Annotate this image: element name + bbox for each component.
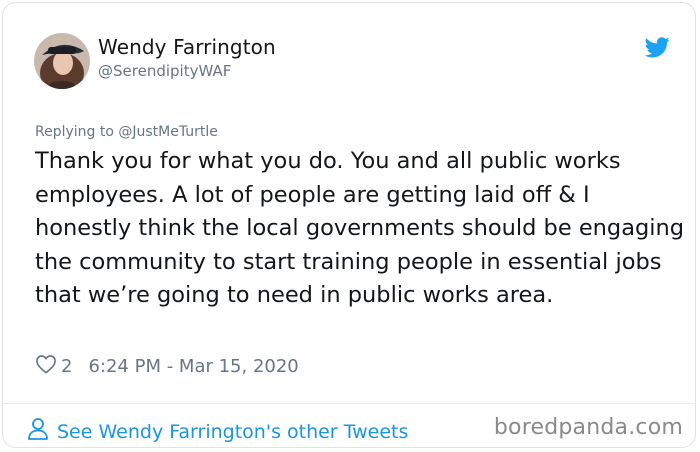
tweet-meta: 2 6:24 PM - Mar 15, 2020 (35, 354, 299, 378)
heart-icon[interactable] (35, 354, 61, 379)
watermark: boredpanda.com (493, 415, 683, 440)
person-icon (27, 417, 57, 446)
tweet-card: Wendy Farrington @SerendipityWAF Replyin… (2, 2, 696, 448)
see-other-tweets-label: See Wendy Farrington's other Tweets (57, 420, 409, 443)
reply-context[interactable]: Replying to @JustMeTurtle (35, 124, 218, 140)
see-other-tweets-link[interactable]: See Wendy Farrington's other Tweets (27, 417, 408, 446)
footer-divider (2, 403, 696, 404)
author-name[interactable]: Wendy Farrington (98, 35, 276, 59)
like-count: 2 (61, 355, 73, 377)
author-handle[interactable]: @SerendipityWAF (98, 62, 231, 80)
twitter-bird-icon[interactable] (644, 37, 670, 58)
tweet-text: Thank you for what you do. You and all p… (35, 148, 685, 308)
avatar[interactable] (34, 33, 90, 89)
timestamp[interactable]: 6:24 PM - Mar 15, 2020 (88, 356, 298, 377)
